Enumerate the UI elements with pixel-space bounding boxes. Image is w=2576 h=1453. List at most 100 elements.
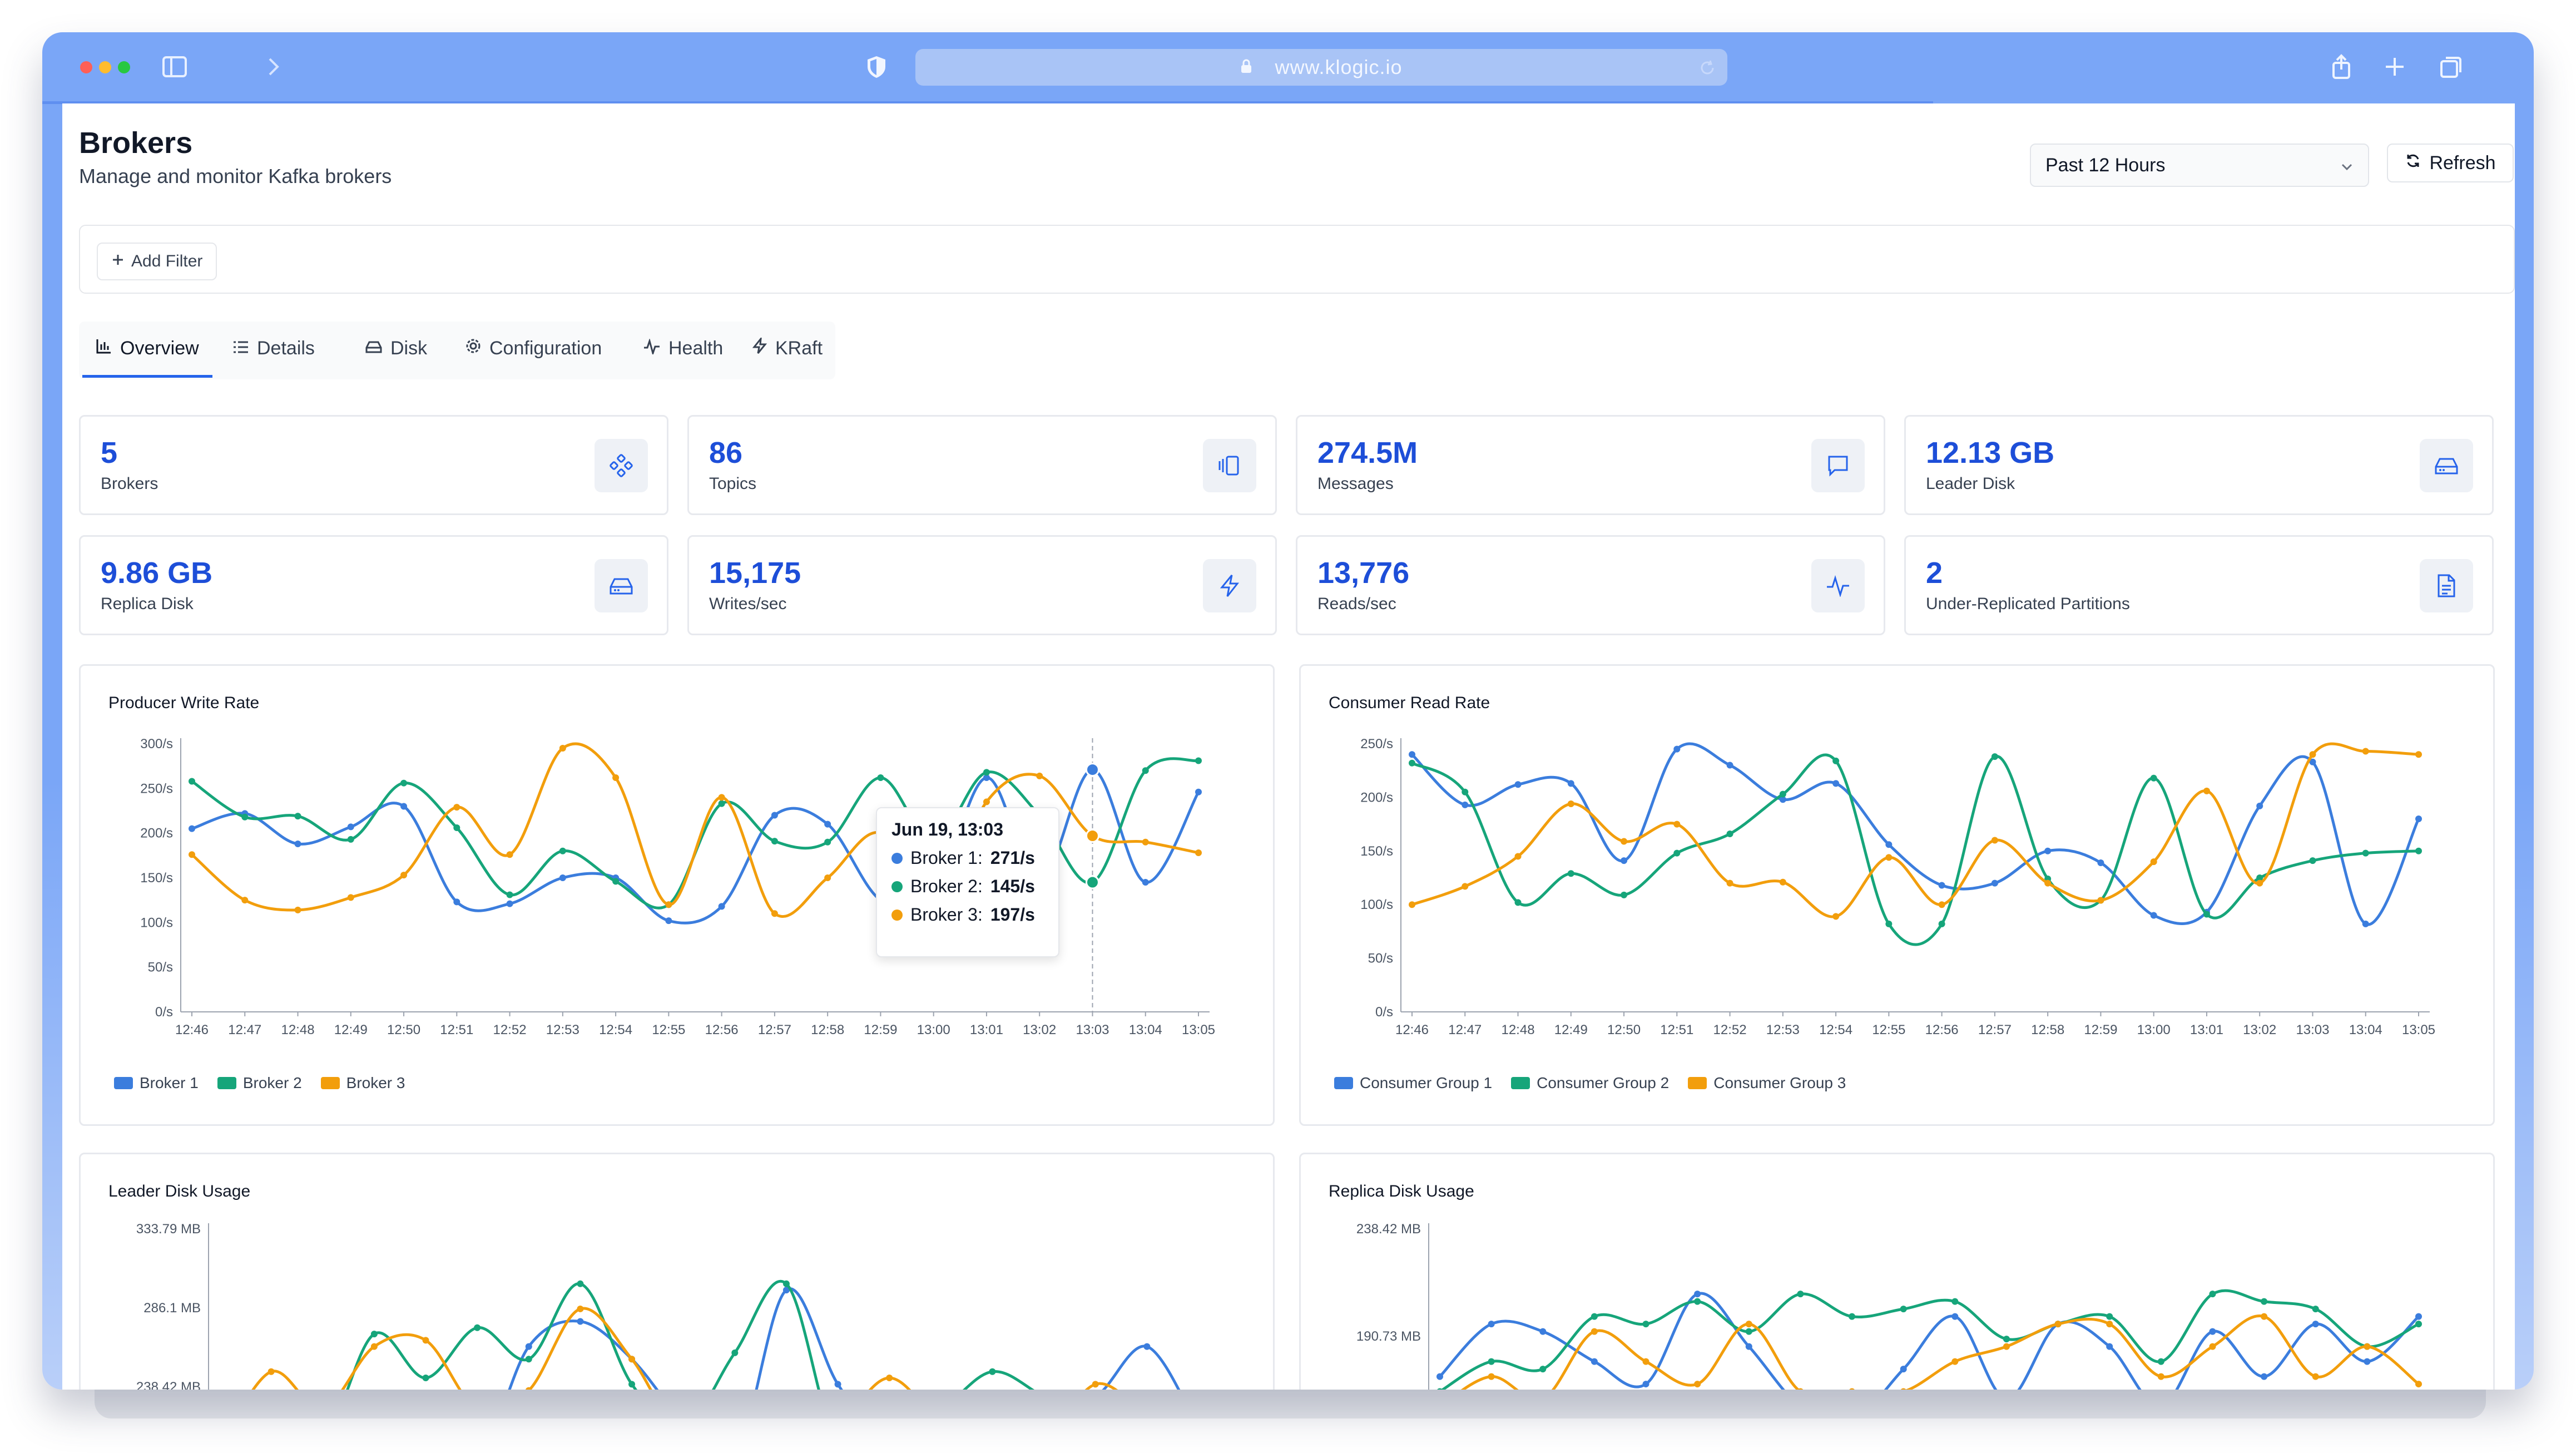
tab-details[interactable]: Details bbox=[232, 322, 315, 375]
legend-item[interactable]: Broker 2 bbox=[217, 1074, 302, 1092]
data-point bbox=[1726, 762, 1733, 769]
stat-value: 86 bbox=[709, 436, 743, 469]
data-point bbox=[1832, 780, 1840, 787]
legend-item[interactable]: Consumer Group 2 bbox=[1511, 1074, 1669, 1092]
data-point bbox=[1514, 853, 1522, 860]
plus-icon bbox=[111, 252, 125, 271]
x-tick-label: 12:57 bbox=[758, 1022, 791, 1037]
share-icon[interactable] bbox=[2327, 52, 2356, 81]
shield-icon[interactable] bbox=[862, 52, 891, 81]
tab-kraft[interactable]: KRaft bbox=[752, 322, 823, 375]
refresh-label: Refresh bbox=[2429, 152, 2496, 174]
data-point bbox=[665, 901, 672, 908]
data-point bbox=[1195, 788, 1202, 795]
active-data-point bbox=[1085, 875, 1099, 889]
stat-card-under-replicated[interactable]: 2 Under-Replicated Partitions bbox=[1904, 535, 2494, 635]
y-tick-label: 200/s bbox=[1360, 790, 1393, 805]
minimize-window-dot[interactable] bbox=[99, 61, 111, 73]
legend-item[interactable]: Broker 3 bbox=[320, 1074, 405, 1092]
page-subtitle: Manage and monitor Kafka brokers bbox=[79, 165, 392, 187]
data-point bbox=[1567, 780, 1574, 787]
stat-value: 2 bbox=[1926, 556, 1943, 590]
stat-card-leader-disk[interactable]: 12.13 GB Leader Disk bbox=[1904, 415, 2494, 515]
sidebar-icon[interactable] bbox=[160, 52, 189, 81]
plus-icon[interactable] bbox=[2380, 52, 2409, 81]
data-point bbox=[294, 840, 301, 847]
data-point bbox=[2157, 1358, 2164, 1365]
tooltip-series: Broker 2: bbox=[910, 876, 983, 896]
time-range-select[interactable]: Past 12 Hours bbox=[2030, 144, 2369, 187]
x-tick-label: 12:58 bbox=[811, 1022, 844, 1037]
x-tick-label: 12:57 bbox=[1978, 1022, 2012, 1037]
address-bar[interactable]: www.klogic.io bbox=[915, 49, 1727, 86]
legend-item[interactable]: Consumer Group 3 bbox=[1688, 1074, 1846, 1092]
x-tick-label: 13:03 bbox=[1076, 1022, 1109, 1037]
data-point bbox=[1488, 1321, 1495, 1328]
data-point bbox=[2261, 1313, 2268, 1320]
bolt-icon bbox=[1203, 559, 1256, 612]
legend-label: Broker 2 bbox=[242, 1074, 302, 1091]
legend-item[interactable]: Broker 1 bbox=[114, 1074, 199, 1092]
y-tick-label: 0/s bbox=[155, 1005, 173, 1020]
legend-item[interactable]: Consumer Group 1 bbox=[1334, 1074, 1492, 1092]
series-line bbox=[1411, 742, 2420, 926]
stat-value: 15,175 bbox=[709, 556, 801, 590]
stat-card-messages[interactable]: 274.5M Messages bbox=[1296, 415, 1885, 515]
stat-card-replica-disk[interactable]: 9.86 GB Replica Disk bbox=[79, 535, 668, 635]
data-point bbox=[400, 872, 408, 879]
tab-disk[interactable]: Disk bbox=[365, 322, 427, 375]
data-point bbox=[2364, 1358, 2371, 1365]
data-point bbox=[1673, 849, 1681, 857]
add-filter-button[interactable]: Add Filter bbox=[97, 243, 217, 280]
chevron-right-icon[interactable] bbox=[259, 52, 288, 81]
close-window-dot[interactable] bbox=[80, 61, 92, 73]
stat-card-topics[interactable]: 86 Topics bbox=[687, 415, 1277, 515]
data-point bbox=[886, 1375, 893, 1382]
data-point bbox=[824, 821, 831, 828]
x-tick-label: 13:05 bbox=[2402, 1022, 2435, 1037]
data-point bbox=[1142, 838, 1149, 846]
data-point bbox=[506, 851, 513, 858]
data-point bbox=[1745, 1321, 1752, 1328]
data-point bbox=[2106, 1343, 2113, 1350]
reload-icon[interactable] bbox=[1698, 59, 1716, 80]
data-point bbox=[189, 851, 195, 858]
legend-swatch bbox=[114, 1077, 133, 1089]
data-point bbox=[1409, 751, 1415, 758]
tooltip-series: Broker 3: bbox=[910, 905, 983, 925]
legend-label: Consumer Group 2 bbox=[1537, 1074, 1670, 1091]
active-data-point bbox=[1085, 828, 1099, 843]
stat-card-writes[interactable]: 15,175 Writes/sec bbox=[687, 535, 1277, 635]
data-point bbox=[1951, 1313, 1959, 1320]
tab-health[interactable]: Health bbox=[643, 322, 723, 375]
tab-configuration[interactable]: Configuration bbox=[465, 322, 602, 375]
data-point bbox=[1951, 1358, 1959, 1365]
stat-card-brokers[interactable]: 5 Brokers bbox=[79, 415, 668, 515]
data-point bbox=[983, 798, 990, 805]
data-point bbox=[525, 1356, 532, 1363]
data-point bbox=[400, 779, 408, 787]
data-point bbox=[2209, 1328, 2216, 1335]
x-tick-label: 13:00 bbox=[2137, 1022, 2171, 1037]
tab-overview[interactable]: Overview bbox=[82, 322, 212, 378]
maximize-window-dot[interactable] bbox=[118, 61, 130, 73]
stat-label: Leader Disk bbox=[1926, 475, 2015, 493]
data-point bbox=[2044, 879, 2052, 887]
page-content: Brokers Manage and monitor Kafka brokers… bbox=[62, 103, 2515, 1390]
data-point bbox=[1514, 899, 1522, 906]
tabs-icon[interactable] bbox=[2437, 52, 2466, 81]
data-point bbox=[347, 823, 354, 831]
chart-legend: Consumer Group 1 Consumer Group 2 Consum… bbox=[1334, 1074, 1846, 1092]
data-point bbox=[525, 1343, 532, 1350]
data-point bbox=[2203, 787, 2210, 794]
data-point bbox=[1539, 1366, 1547, 1373]
x-tick-label: 13:04 bbox=[2349, 1022, 2382, 1037]
legend-swatch bbox=[217, 1077, 236, 1089]
data-point bbox=[1642, 1358, 1649, 1365]
data-point bbox=[1591, 1313, 1598, 1320]
stat-card-reads[interactable]: 13,776 Reads/sec bbox=[1296, 535, 1885, 635]
refresh-button[interactable]: Refresh bbox=[2387, 144, 2514, 182]
data-point bbox=[771, 812, 778, 819]
y-tick-label: 100/s bbox=[1360, 897, 1393, 912]
data-point bbox=[267, 1368, 275, 1375]
